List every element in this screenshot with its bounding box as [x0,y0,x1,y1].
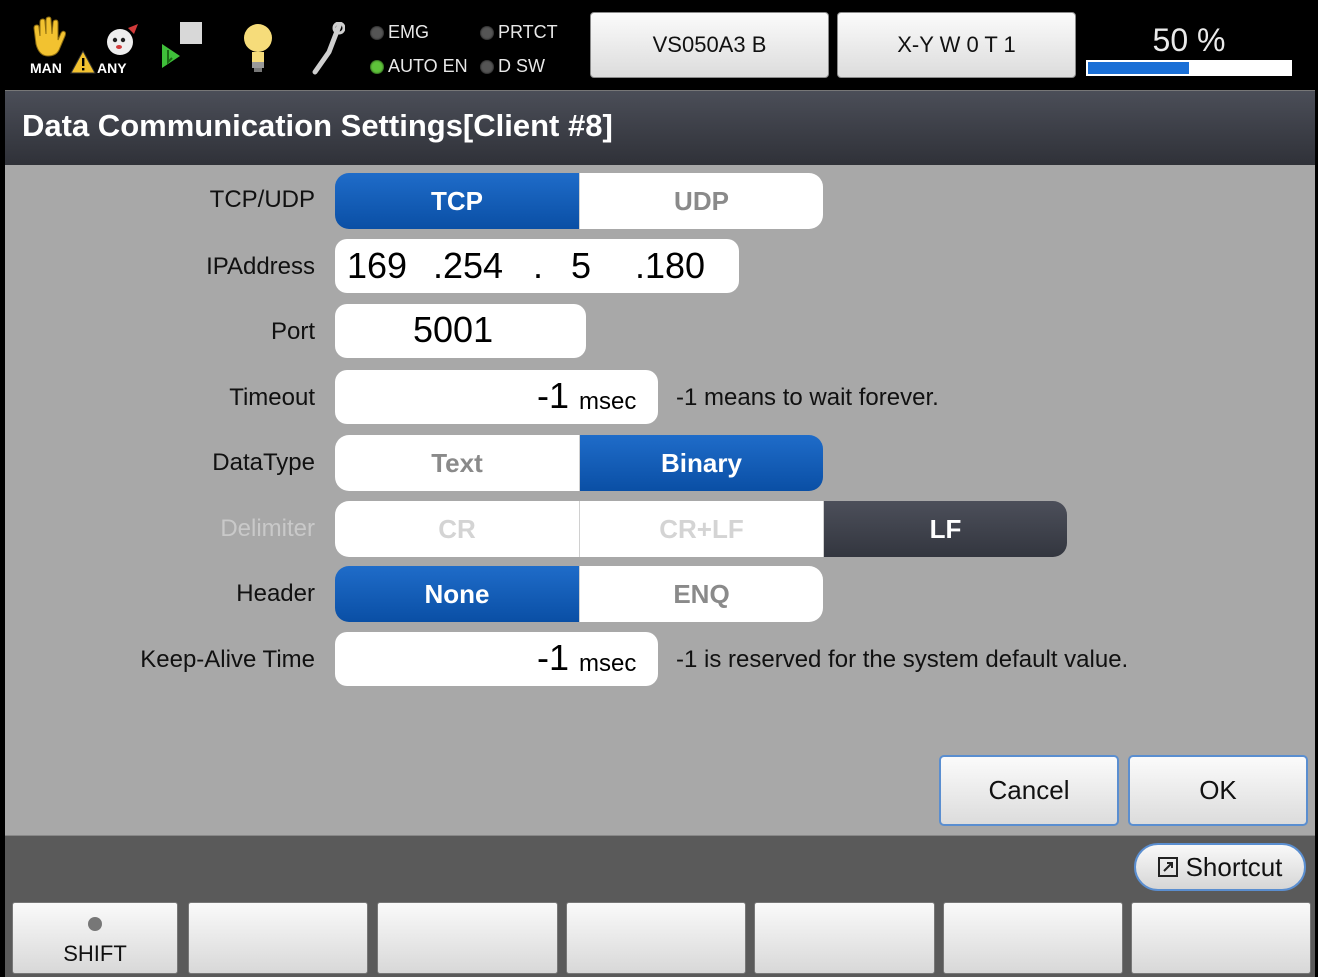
header-label: Header [236,580,315,607]
led-emg: EMG [370,22,429,43]
f3-key[interactable] [377,902,558,974]
tcp-option[interactable]: TCP [335,173,579,229]
emg-led-icon [370,26,384,41]
keep-alive-unit: msec [579,650,637,677]
shortcut-label: Shortcut [1185,851,1283,882]
speed-bar [1086,60,1292,76]
tcp-udp-selector: TCP UDP [335,173,823,229]
cancel-button[interactable]: Cancel [939,755,1119,826]
speed-indicator[interactable]: 50 % [1086,14,1292,78]
f4-key[interactable] [566,902,746,974]
coordinate-select-button[interactable]: X-Y W 0 T 1 [837,12,1076,78]
ip-address-label: IPAddress [206,253,315,280]
led-dsw-label: D SW [498,56,545,76]
timeout-label: Timeout [229,384,315,411]
port-field[interactable]: 5001 [335,304,586,358]
mode-label: MAN [30,60,62,76]
f6-key[interactable] [943,902,1123,974]
f1-shift-key[interactable]: SHIFT [12,902,178,974]
hand-icon[interactable] [26,14,70,58]
prtct-led-icon [480,26,494,41]
keep-alive-value: -1 [537,637,570,678]
led-emg-label: EMG [388,22,430,42]
timeout-note: -1 means to wait forever. [676,384,939,411]
ip-address-field[interactable]: 169 .254 . 5 .180 [335,239,739,293]
led-prtct-label: PRTCT [498,22,558,42]
ip-octet-2[interactable]: .254 [433,245,503,287]
f7-key[interactable] [1131,902,1311,974]
shift-label: SHIFT [63,941,127,966]
ip-dot: . [533,245,544,286]
text-option[interactable]: Text [335,435,579,491]
dog-icon[interactable] [100,22,140,58]
port-value: 5001 [413,309,494,350]
lightbulb-icon[interactable] [240,20,276,74]
f5-key[interactable] [754,902,935,974]
shortcut-button[interactable]: Shortcut [1134,843,1306,891]
cr-option: CR [335,501,579,557]
shift-led-icon [88,917,102,931]
speed-bar-fill [1088,62,1189,74]
program-run-icon[interactable] [160,20,206,72]
binary-option[interactable]: Binary [579,435,823,491]
permission-label: ANY [97,60,127,76]
header-selector: None ENQ [335,566,823,622]
wrench-icon[interactable] [305,21,346,76]
led-auto-en: AUTO EN [370,56,468,77]
ip-octet-3[interactable]: 5 [571,245,591,287]
led-prtct: PRTCT [480,22,558,43]
timeout-field[interactable]: -1 msec [335,370,658,424]
delimiter-selector: CR CR+LF LF [335,501,1067,557]
f2-key[interactable] [188,902,368,974]
robot-select-button[interactable]: VS050A3 B [590,12,829,78]
enq-option[interactable]: ENQ [579,566,823,622]
title-bar: Data Communication Settings[Client #8] [5,90,1315,166]
status-bar: MAN ANY EMG PRTCT AUTO EN D SW VS050A3 B… [0,0,1318,90]
lf-option: LF [823,501,1067,557]
ip-octet-4[interactable]: .180 [635,245,705,287]
timeout-unit: msec [579,388,637,415]
keep-alive-label: Keep-Alive Time [140,646,315,673]
data-type-label: DataType [212,449,315,476]
timeout-value: -1 [537,375,570,416]
delimiter-label: Delimiter [220,515,315,542]
auto-en-led-icon [370,60,384,75]
data-type-selector: Text Binary [335,435,823,491]
none-option[interactable]: None [335,566,579,622]
udp-option[interactable]: UDP [579,173,823,229]
tcp-udp-label: TCP/UDP [209,186,315,213]
led-dsw: D SW [480,56,545,77]
shortcut-icon [1157,857,1178,877]
speed-text: 50 % [1152,22,1226,58]
ok-button[interactable]: OK [1128,755,1308,826]
ip-octet-1[interactable]: 169 [347,245,407,287]
keep-alive-note: -1 is reserved for the system default va… [676,646,1129,673]
page-title: Data Communication Settings[Client #8] [22,108,613,143]
cr-lf-option: CR+LF [579,501,823,557]
warning-icon [70,49,96,74]
keep-alive-field[interactable]: -1 msec [335,632,658,686]
port-label: Port [270,318,315,345]
led-auto-en-label: AUTO EN [388,56,468,76]
dsw-led-icon [480,60,494,75]
